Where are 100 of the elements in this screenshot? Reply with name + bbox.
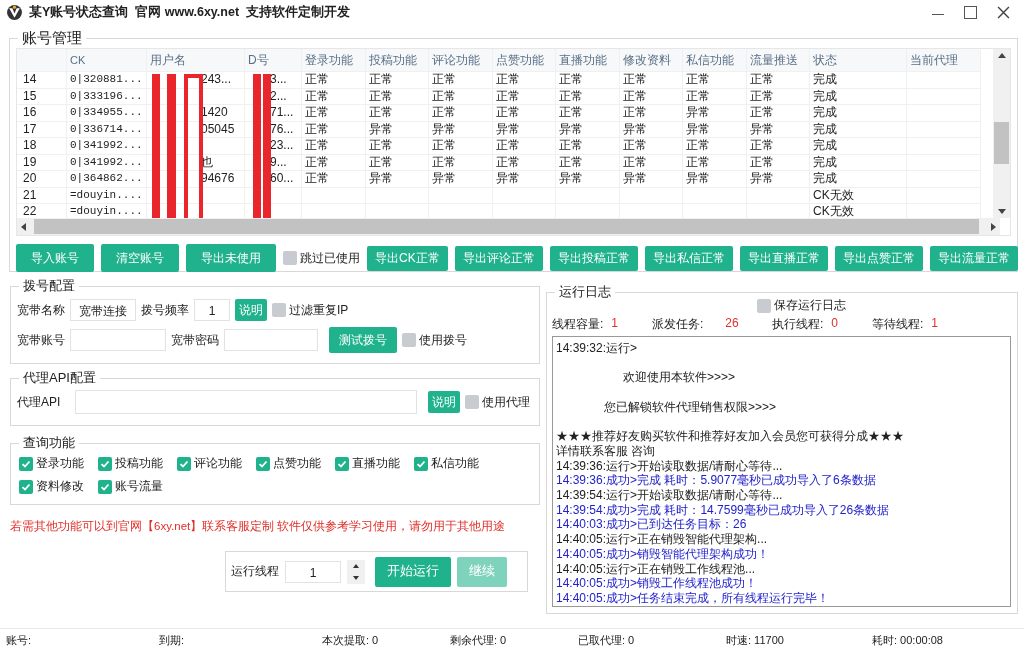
table-cell: 异常 xyxy=(683,171,747,187)
column-header[interactable]: 点赞功能 xyxy=(492,49,556,71)
table-cell: 正常 xyxy=(492,138,556,154)
table-cell: 异常 xyxy=(429,171,493,187)
log-line: 欢迎使用本软件>>>> xyxy=(622,370,737,386)
field-label: 宽带名称 xyxy=(17,301,65,319)
checkbox[interactable]: 使用代理 xyxy=(465,393,531,411)
table-cell: 正常 xyxy=(746,72,810,88)
button[interactable]: 清空账号 xyxy=(101,244,179,272)
row-number: 21 xyxy=(17,187,67,203)
spinner-icon[interactable] xyxy=(347,559,365,584)
checkbox[interactable]: 资料修改 xyxy=(19,478,84,495)
table-cell: 正常 xyxy=(365,138,429,154)
table-cell: 正常 xyxy=(683,154,747,170)
checkbox[interactable]: 过滤重复IP xyxy=(272,301,349,319)
button[interactable]: 导出投稿正常 xyxy=(549,245,638,271)
button[interactable]: 导出直播正常 xyxy=(739,245,828,271)
table-cell: 正常 xyxy=(556,138,620,154)
status-text: 已取代理: 0 xyxy=(578,632,636,648)
button[interactable]: 导出未使用 xyxy=(186,244,276,272)
log-line: 14:40:05:成功>任务结束完成，所有线程运行完毕！ xyxy=(556,590,831,606)
column-header[interactable]: 私信功能 xyxy=(683,49,747,71)
table-cell: 0|364862... xyxy=(67,171,147,187)
input-field[interactable] xyxy=(75,390,418,414)
checkbox[interactable]: 账号流量 xyxy=(98,478,163,495)
button[interactable]: 导出流量正常 xyxy=(929,245,1018,271)
column-header[interactable]: 评论功能 xyxy=(429,49,493,71)
table-cell: 正常 xyxy=(619,105,683,121)
button[interactable]: 导入账号 xyxy=(16,244,94,272)
number-field[interactable]: 1 xyxy=(285,560,341,583)
input-field[interactable]: 1 xyxy=(194,299,230,321)
column-header[interactable]: 投稿功能 xyxy=(365,49,429,71)
row-number: 16 xyxy=(17,105,67,121)
checkbox[interactable]: 点赞功能 xyxy=(256,455,321,472)
horizontal-scrollbar[interactable] xyxy=(17,218,1000,235)
input-field[interactable]: 宽带连接 xyxy=(70,299,136,321)
button[interactable]: 导出CK正常 xyxy=(367,245,448,271)
column-header[interactable]: 直播功能 xyxy=(556,49,620,71)
close-icon[interactable] xyxy=(997,5,1010,19)
checkbox[interactable]: 直播功能 xyxy=(335,455,400,472)
column-header[interactable]: 流量推送 xyxy=(746,49,810,71)
table-cell: 异常 xyxy=(365,171,429,187)
row-number: 14 xyxy=(17,72,67,88)
help-button[interactable]: 说明 xyxy=(428,391,461,413)
scroll-thumb[interactable] xyxy=(994,122,1009,164)
column-header[interactable]: 用户名 xyxy=(147,49,245,71)
column-header[interactable]: 状态 xyxy=(810,49,907,71)
table-cell: CK无效 xyxy=(810,187,907,203)
table-cell: 正常 xyxy=(429,105,493,121)
column-header[interactable]: 登录功能 xyxy=(302,49,366,71)
notice-text: 若需其他功能可以到官网【6xy.net】联系客服定制 软件仅供参考学习使用，请勿用于其他用途 xyxy=(10,519,507,534)
log-line: ★★★推荐好友购买软件和推荐好友加入会员您可获得分成★★★ xyxy=(556,429,905,444)
input-field[interactable] xyxy=(70,329,166,351)
button[interactable]: 导出点赞正常 xyxy=(834,245,923,271)
column-header[interactable]: D号 xyxy=(245,49,302,71)
stat-value: 26 xyxy=(725,316,739,332)
table-cell: 正常 xyxy=(492,88,556,104)
field-label: 代理API xyxy=(17,393,61,411)
column-header[interactable]: 修改资料 xyxy=(619,49,683,71)
table-cell: 异常 xyxy=(746,121,810,137)
checkbox[interactable]: 跳过已使用 xyxy=(283,249,360,267)
input-field[interactable] xyxy=(224,329,318,351)
log-line: 14:39:36:成功>完成 耗时：5.9077毫秒已成功导入了6条数据 xyxy=(556,473,877,488)
maximize-icon[interactable] xyxy=(964,5,977,19)
log-line: 14:39:54:成功>完成 耗时：14.7599毫秒已成功导入了26条数据 xyxy=(556,502,891,518)
button[interactable]: 导出评论正常 xyxy=(454,245,543,271)
checkbox[interactable]: 私信功能 xyxy=(414,455,479,472)
button[interactable]: 导出私信正常 xyxy=(644,245,733,271)
table-cell: 正常 xyxy=(746,88,810,104)
table-cell: 正常 xyxy=(365,154,429,170)
status-text: 时速: 11700 xyxy=(726,632,785,648)
help-button[interactable]: 说明 xyxy=(235,299,267,321)
table-cell: 0|341992... xyxy=(67,138,147,154)
table-cell: 正常 xyxy=(556,72,620,88)
table-cell: 正常 xyxy=(619,154,683,170)
table-cell: 正常 xyxy=(302,88,366,104)
minimize-icon[interactable] xyxy=(932,13,944,15)
field-label: 宽带账号 xyxy=(17,331,65,349)
scroll-thumb[interactable] xyxy=(34,219,979,234)
table-cell: 正常 xyxy=(429,154,493,170)
table-cell: 异常 xyxy=(683,105,747,121)
table-cell: 异常 xyxy=(429,121,493,137)
checkbox[interactable]: 登录功能 xyxy=(19,455,84,472)
table-cell: 正常 xyxy=(746,105,810,121)
checkbox[interactable]: 使用拨号 xyxy=(402,331,467,349)
column-header[interactable]: CK xyxy=(67,49,147,71)
table-cell: 完成 xyxy=(810,72,907,88)
table-cell: 异常 xyxy=(492,121,556,137)
table-cell: 正常 xyxy=(556,154,620,170)
test-button[interactable]: 测试拨号 xyxy=(329,327,397,353)
table-cell: 正常 xyxy=(365,105,429,121)
log-line: 详情联系客服 咨询 xyxy=(556,443,657,459)
table-cell: 异常 xyxy=(619,171,683,187)
start-button[interactable]: 开始运行 xyxy=(375,556,451,587)
vertical-scrollbar[interactable] xyxy=(993,49,1010,218)
checkbox[interactable]: 保存运行日志 xyxy=(757,297,846,314)
checkbox[interactable]: 评论功能 xyxy=(177,455,242,472)
checkbox[interactable]: 投稿功能 xyxy=(98,455,163,472)
status-text: 账号: xyxy=(5,632,33,648)
column-header[interactable]: 当前代理 xyxy=(907,49,981,71)
